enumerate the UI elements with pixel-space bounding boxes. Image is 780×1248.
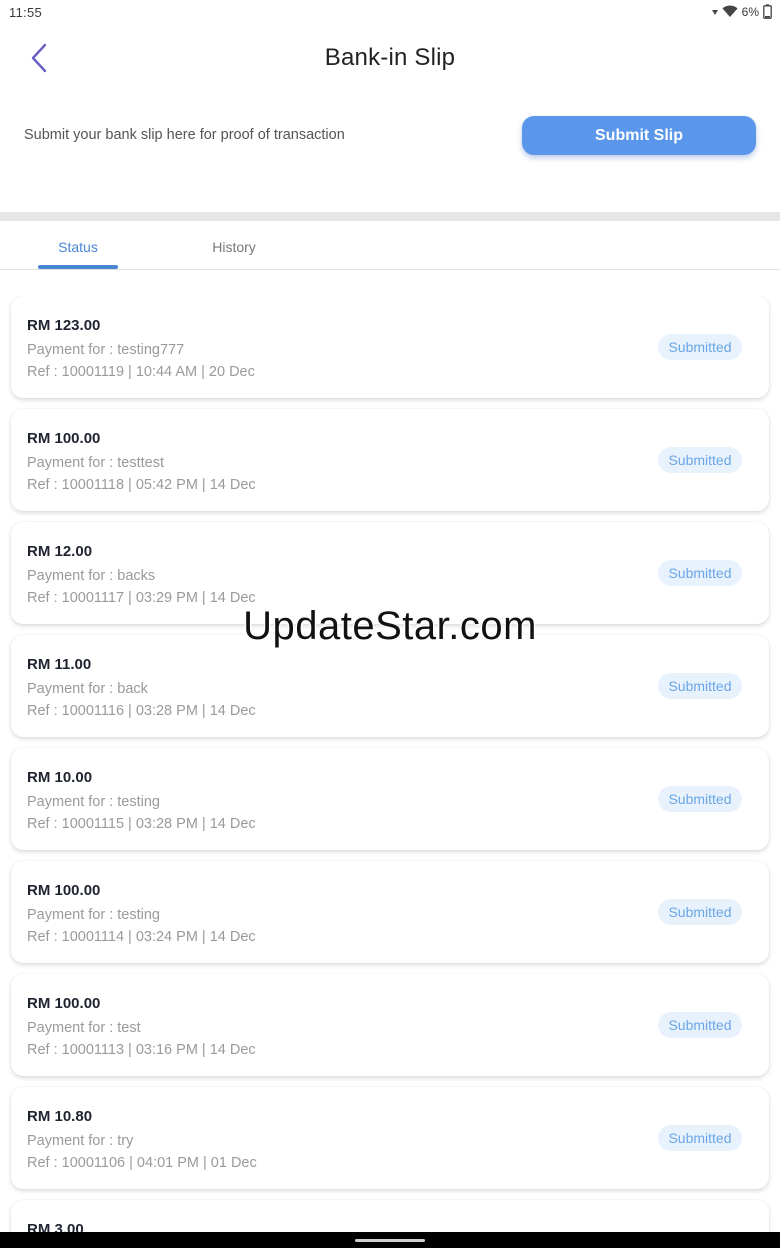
slip-amount: RM 12.00 (27, 543, 93, 560)
status-badge: Submitted (658, 786, 742, 812)
status-badge: Submitted (658, 899, 742, 925)
slip-amount: RM 10.80 (27, 1108, 93, 1125)
slip-reference: Ref : 10001115 | 03:28 PM | 14 Dec (27, 816, 256, 832)
battery-percent: 6% (741, 4, 759, 19)
status-badge: Submitted (658, 334, 742, 360)
slip-card[interactable]: RM 11.00 Payment for : back Ref : 100011… (11, 635, 769, 737)
signal-icon (711, 7, 718, 17)
tab-bar: Status History (0, 221, 780, 270)
slip-card[interactable]: RM 123.00 Payment for : testing777 Ref :… (11, 296, 769, 398)
slip-amount: RM 123.00 (27, 317, 101, 334)
submit-slip-button[interactable]: Submit Slip (522, 116, 756, 155)
slip-amount: RM 10.00 (27, 769, 93, 786)
slip-list[interactable]: RM 123.00 Payment for : testing777 Ref :… (0, 296, 780, 1232)
slip-card[interactable]: RM 100.00 Payment for : test Ref : 10001… (11, 974, 769, 1076)
status-badge: Submitted (658, 1012, 742, 1038)
battery-icon (763, 4, 772, 19)
slip-reference: Ref : 10001116 | 03:28 PM | 14 Dec (27, 703, 256, 719)
status-badge: Submitted (658, 673, 742, 699)
status-badge: Submitted (658, 447, 742, 473)
submit-section: Submit your bank slip here for proof of … (0, 112, 780, 160)
slip-payment-for: Payment for : testing777 (27, 342, 185, 358)
tab-status[interactable]: Status (38, 239, 118, 255)
slip-reference: Ref : 10001113 | 03:16 PM | 14 Dec (27, 1042, 256, 1058)
status-time: 11:55 (9, 5, 43, 20)
slip-card[interactable]: RM 10.80 Payment for : try Ref : 1000110… (11, 1087, 769, 1189)
slip-reference: Ref : 10001114 | 03:24 PM | 14 Dec (27, 929, 256, 945)
slip-reference: Ref : 10001118 | 05:42 PM | 14 Dec (27, 477, 256, 493)
app-header: Bank-in Slip (0, 30, 780, 92)
wifi-icon (722, 5, 738, 18)
slip-amount: RM 11.00 (27, 656, 92, 673)
slip-card[interactable]: RM 100.00 Payment for : testing Ref : 10… (11, 861, 769, 963)
status-icons: 6% (711, 4, 772, 19)
slip-amount: RM 100.00 (27, 430, 101, 447)
slip-payment-for: Payment for : testing (27, 794, 160, 810)
slip-payment-for: Payment for : testing (27, 907, 160, 923)
submit-description: Submit your bank slip here for proof of … (24, 127, 345, 143)
slip-payment-for: Payment for : testtest (27, 455, 164, 471)
slip-payment-for: Payment for : back (27, 681, 148, 697)
slip-payment-for: Payment for : try (27, 1133, 134, 1149)
section-divider (0, 212, 780, 221)
slip-amount: RM 100.00 (27, 995, 101, 1012)
slip-card[interactable]: RM 10.00 Payment for : testing Ref : 100… (11, 748, 769, 850)
tab-history[interactable]: History (194, 239, 274, 255)
slip-card[interactable]: RM 100.00 Payment for : testtest Ref : 1… (11, 409, 769, 511)
home-handle[interactable] (355, 1239, 425, 1242)
active-tab-indicator (38, 265, 118, 269)
slip-amount: RM 100.00 (27, 882, 101, 899)
system-nav-bar (0, 1232, 780, 1248)
status-bar: 11:55 6% (0, 0, 780, 26)
slip-reference: Ref : 10001106 | 04:01 PM | 01 Dec (27, 1155, 257, 1171)
page-title: Bank-in Slip (324, 44, 456, 71)
watermark: UpdateStar.com (243, 604, 537, 648)
slip-card[interactable]: RM 3.00 (11, 1200, 769, 1232)
bank-in-slip-screen: 11:55 6% Bank-in Slip Submit your bank s… (0, 0, 780, 1248)
status-badge: Submitted (658, 1125, 742, 1151)
status-badge: Submitted (658, 560, 742, 586)
slip-amount: RM 3.00 (27, 1221, 84, 1232)
slip-payment-for: Payment for : test (27, 1020, 141, 1036)
slip-reference: Ref : 10001119 | 10:44 AM | 20 Dec (27, 364, 255, 380)
slip-payment-for: Payment for : backs (27, 568, 156, 584)
